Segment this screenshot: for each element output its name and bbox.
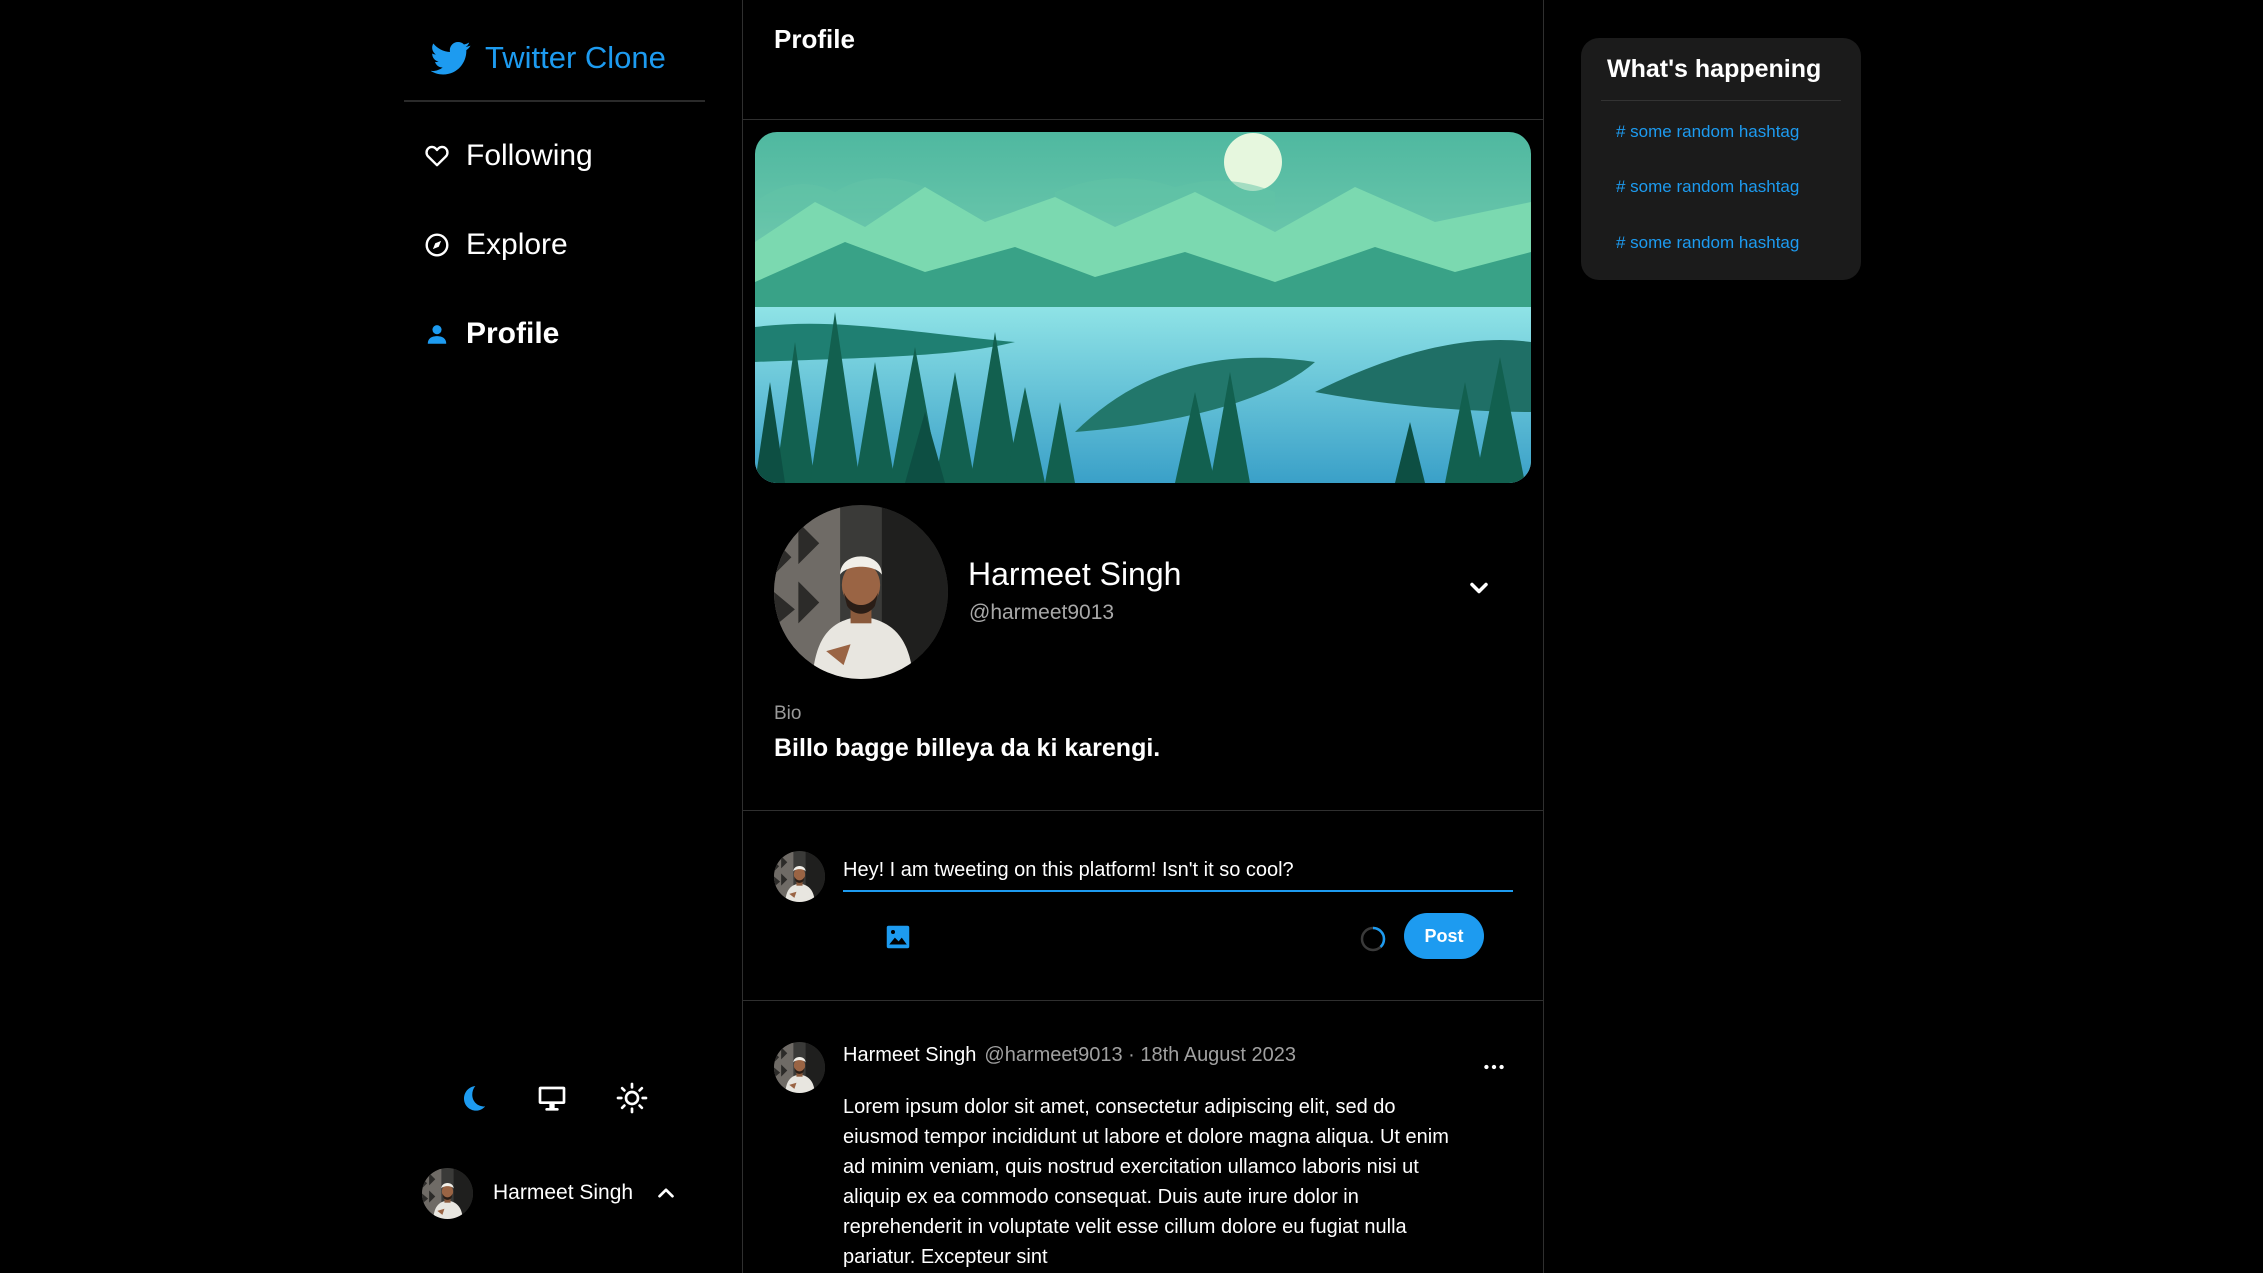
account-switcher[interactable]: Harmeet Singh: [422, 1167, 692, 1219]
brand-divider: [404, 100, 705, 102]
trend-link[interactable]: # some random hashtag: [1616, 233, 1799, 253]
profile-handle: @harmeet9013: [969, 601, 1115, 624]
twitter-bird-icon: [431, 42, 471, 75]
whats-happening-panel: What's happening # some random hashtag #…: [1581, 38, 1861, 280]
nav-item-following[interactable]: Following: [424, 139, 593, 173]
post-button[interactable]: Post: [1404, 913, 1484, 959]
monitor-icon[interactable]: [536, 1082, 568, 1114]
profile-name: Harmeet Singh: [968, 556, 1182, 592]
moon-icon[interactable]: [456, 1082, 488, 1114]
nav-label-explore: Explore: [466, 228, 568, 261]
image-icon[interactable]: [883, 922, 913, 952]
tweet-meta: @harmeet9013 · 18th August 2023: [984, 1044, 1297, 1066]
left-sidebar: Twitter Clone Following Explore Profile: [404, 0, 705, 1273]
theme-switcher: [456, 1082, 656, 1116]
chevron-up-icon: [658, 1188, 674, 1198]
tweet-input[interactable]: [843, 850, 1513, 892]
sun-icon[interactable]: [616, 1082, 648, 1114]
tweet-author[interactable]: Harmeet Singh: [843, 1044, 976, 1066]
tweet-body: Lorem ipsum dolor sit amet, consectetur …: [843, 1096, 1449, 1268]
trends-divider: [1601, 100, 1841, 101]
heart-icon: [425, 145, 449, 167]
nav-item-explore[interactable]: Explore: [424, 228, 568, 262]
brand-logo[interactable]: Twitter Clone: [431, 38, 666, 78]
tweet-header: Harmeet Singh @harmeet9013 · 18th August …: [843, 1044, 1296, 1067]
bio-divider: [743, 810, 1543, 811]
nav-label-following: Following: [466, 139, 593, 172]
main-column: Profile Harmeet Singh @harmeet9013 Bio B…: [742, 0, 1544, 1273]
header-divider: [743, 119, 1543, 120]
brand-name: Twitter Clone: [485, 40, 666, 75]
chevron-down-icon[interactable]: [1465, 574, 1493, 602]
composer-divider: [743, 1000, 1543, 1001]
bio-label: Bio: [774, 703, 802, 724]
composer-avatar: [774, 851, 825, 902]
trends-title: What's happening: [1607, 55, 1822, 83]
nav-item-profile[interactable]: Profile: [424, 317, 559, 351]
compass-icon: [425, 233, 449, 257]
nav-label-profile: Profile: [466, 317, 560, 350]
trend-link[interactable]: # some random hashtag: [1616, 122, 1799, 142]
bio-text: Billo bagge billeya da ki karengi.: [774, 734, 1161, 762]
page-title: Profile: [774, 24, 855, 54]
trend-link[interactable]: # some random hashtag: [1616, 177, 1799, 197]
avatar: [422, 1168, 473, 1219]
tweet-avatar[interactable]: [774, 1042, 825, 1093]
character-count-ring: [1360, 926, 1386, 952]
person-icon: [427, 325, 447, 344]
account-name: Harmeet Singh: [493, 1181, 634, 1204]
more-options-icon[interactable]: [1481, 1054, 1507, 1080]
profile-banner: [755, 132, 1531, 483]
profile-avatar[interactable]: [774, 505, 948, 679]
